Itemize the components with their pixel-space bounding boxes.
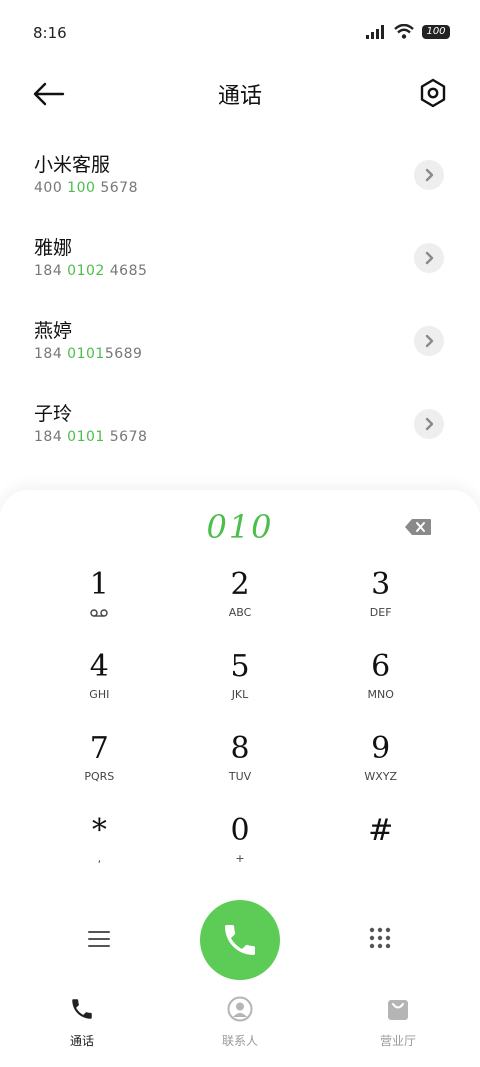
contact-name: 子玲 (34, 403, 73, 425)
contact-number: 400 100 5678 (34, 180, 138, 196)
contact-detail-button[interactable] (414, 243, 444, 273)
key-star[interactable]: *, (29, 814, 170, 878)
tab-label: 联系人 (221, 1034, 258, 1048)
phone-icon (72, 999, 92, 1019)
status-bar: 8:16 100 (0, 0, 480, 66)
key-1[interactable]: 1 (29, 568, 170, 632)
contact-name: 燕婷 (34, 320, 73, 342)
key-7[interactable]: 7 PQRS (29, 732, 170, 796)
contact-row[interactable]: 雅娜 184 0102 4685 (0, 223, 480, 306)
contact-name: 雅娜 (34, 237, 73, 259)
contact-list: 小米客服 400 100 5678 雅娜 184 0102 4685 燕婷 18… (0, 140, 480, 472)
battery-indicator: 100 (422, 24, 450, 39)
contact-number: 184 0101 5678 (34, 429, 148, 445)
phone-icon (225, 925, 255, 955)
key-8[interactable]: 8 TUV (170, 732, 311, 796)
wifi-icon (394, 24, 414, 39)
tab-label: 通话 (69, 1034, 94, 1048)
tab-label: 营业厅 (379, 1034, 416, 1048)
contact-number: 184 01015689 (34, 346, 143, 362)
contact-row[interactable]: 小米客服 400 100 5678 (0, 140, 480, 223)
keypad-grid: 1 2 ABC 3 DEF 4 GHI 5 JKL 6 MNO 7 PQRS 8 TUV 9W… (29, 568, 451, 878)
tab-calls[interactable]: 通话 (12, 996, 152, 1049)
contact-row[interactable]: 子玲 184 0101 5678 (0, 389, 480, 472)
contact-detail-button[interactable] (414, 326, 444, 356)
tab-store[interactable]: 营业厅 (328, 996, 468, 1049)
contact-row[interactable]: 燕婷 184 01015689 (0, 306, 480, 389)
settings-hexagon-icon[interactable] (418, 78, 448, 108)
key-5[interactable]: 5 JKL (170, 650, 311, 714)
backspace-icon[interactable] (404, 518, 432, 536)
header: 通话 (0, 66, 480, 122)
voicemail-icon (90, 609, 109, 617)
bottom-tab-bar: 通话 联系人 营业厅 (0, 988, 480, 1067)
key-6[interactable]: 6 MNO (310, 650, 451, 714)
key-hash[interactable]: # (310, 814, 451, 878)
menu-icon[interactable] (88, 930, 110, 948)
chevron-right-icon (425, 168, 434, 182)
key-0[interactable]: 0 + (170, 814, 311, 878)
signal-icon (366, 24, 384, 39)
key-4[interactable]: 4 GHI (29, 650, 170, 714)
key-2[interactable]: 2 ABC (170, 568, 311, 632)
dialpad-actions (0, 898, 480, 982)
chevron-right-icon (425, 334, 434, 348)
call-button[interactable] (200, 900, 280, 980)
store-bag-icon (388, 1000, 408, 1020)
chevron-right-icon (425, 251, 434, 265)
status-time: 8:16 (33, 24, 67, 42)
dialpad-panel: 010 1 2 ABC 3 DEF 4 GHI 5 JKL 6 MNO 7 PQRS 8 TU… (0, 490, 480, 1067)
tab-contacts[interactable]: 联系人 (170, 996, 310, 1049)
contact-detail-button[interactable] (414, 160, 444, 190)
page-title: 通话 (217, 84, 262, 109)
key-9[interactable]: 9 WXYZ (310, 732, 451, 796)
contact-number: 184 0102 4685 (34, 263, 148, 279)
keypad-toggle-icon[interactable] (368, 926, 392, 950)
contact-detail-button[interactable] (414, 409, 444, 439)
contact-name: 小米客服 (34, 154, 111, 176)
chevron-right-icon (425, 417, 434, 431)
key-3[interactable]: 3 DEF (310, 568, 451, 632)
contacts-icon (227, 996, 253, 1022)
